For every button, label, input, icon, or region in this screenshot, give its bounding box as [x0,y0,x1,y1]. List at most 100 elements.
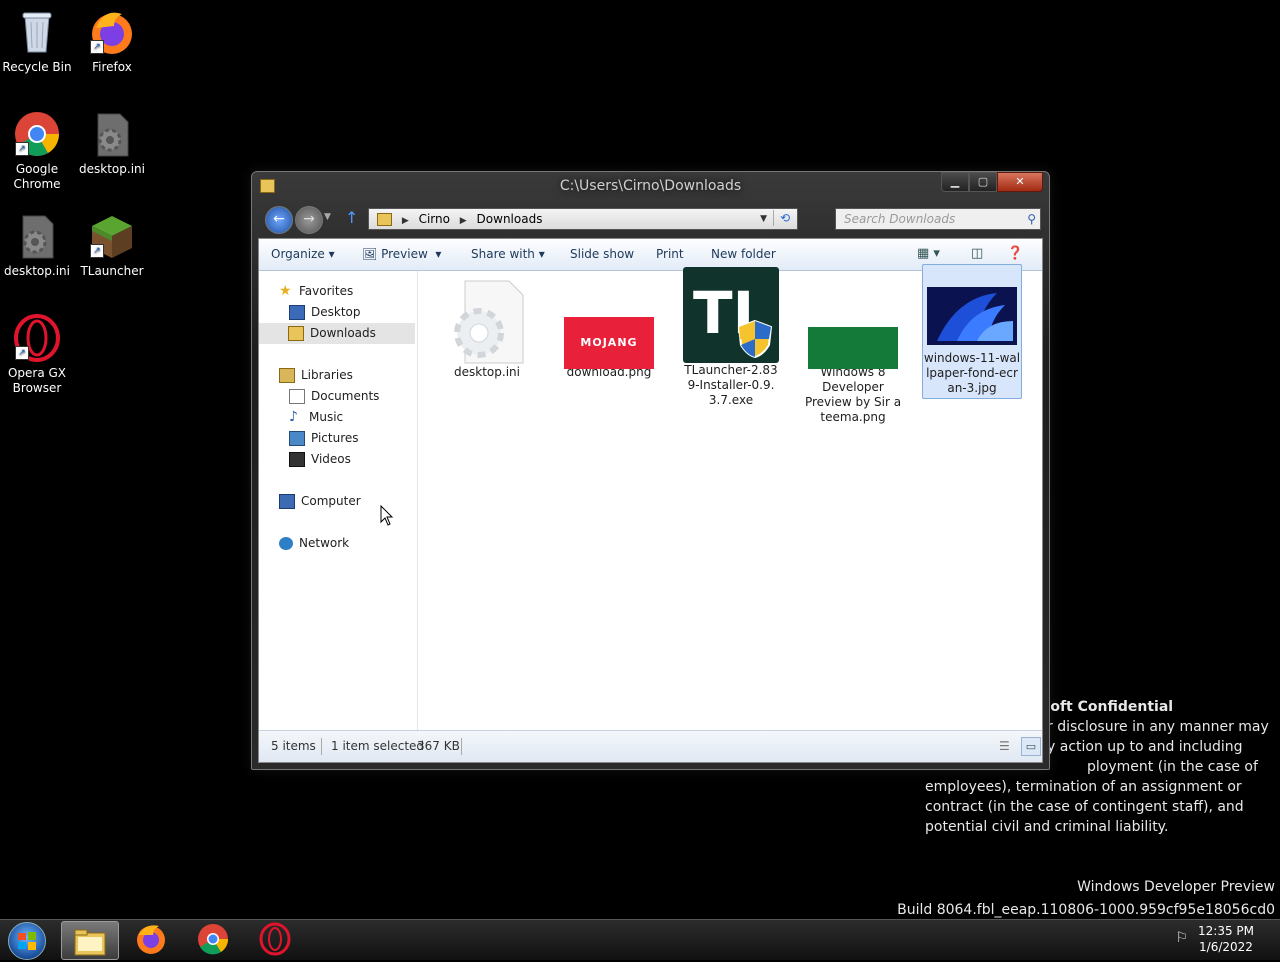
opera-icon [259,922,291,956]
search-input[interactable]: Search Downloads ⚲ [835,208,1041,230]
file-name: windows-11-wallpaper-fond-ecran-3.jpg [923,351,1021,395]
share-with-button[interactable]: Share with ▾ [471,247,545,261]
print-button[interactable]: Print [656,247,684,261]
settings-file-icon [13,212,61,260]
libraries-icon [279,368,295,383]
firefox-icon [137,925,165,954]
folder-icon [377,213,392,226]
grass-block-icon: ↗ [88,212,136,260]
file-item-download-png[interactable]: MOJANG download.png [560,279,658,380]
explorer-window[interactable]: C:\Users\Cirno\Downloads ▁ ▢ ✕ ← → ▼ ↑ ▶… [251,171,1050,770]
taskbar: ⚐ 12:35 PM 1/6/2022 [0,919,1280,960]
settings-file-icon [88,110,136,158]
status-bar: 5 items 1 item selected 367 KB ☰ ▭ [259,730,1042,762]
shortcut-arrow-icon: ↗ [90,40,104,54]
action-center-flag-icon[interactable]: ⚐ [1175,930,1188,946]
new-folder-button[interactable]: New folder [711,247,776,261]
recycle-bin-icon [13,8,61,56]
chrome-icon [198,924,229,955]
file-item-windows11-jpg[interactable]: windows-11-wallpaper-fond-ecran-3.jpg [922,264,1022,399]
breadcrumb-cirno[interactable]: Cirno [419,212,450,226]
shortcut-arrow-icon: ↗ [15,142,29,156]
navigation-pane: ★ Favorites Desktop Downloads Libraries D… [259,271,418,730]
desktop-icon-label: Opera GX Browser [7,366,67,395]
music-note-icon: ♪ [289,409,298,425]
opera-icon: ↗ [13,314,61,362]
desktop-icon-label: TLauncher [80,264,144,278]
taskbar-firefox[interactable] [123,921,179,958]
nav-computer[interactable]: Computer [279,491,361,512]
preview-icon: 🖼 [362,247,378,261]
desktop-icon-recycle-bin[interactable]: Recycle Bin [0,8,74,75]
address-dropdown-icon[interactable]: ▼ [760,209,767,229]
file-list: desktop.ini MOJANG download.png TL TLaun… [419,264,1042,730]
chrome-icon: ↗ [13,110,61,158]
desktop-icon-firefox[interactable]: ↗ Firefox [75,8,149,75]
nav-desktop[interactable]: Desktop [289,302,361,323]
preview-pane-icon[interactable]: ◫ [971,246,983,261]
selection-size: 367 KB [417,739,460,753]
file-explorer-icon [74,929,106,956]
file-name: desktop.ini [454,365,520,379]
nav-network[interactable]: Network [279,533,349,554]
network-icon [279,537,293,550]
title-bar[interactable]: C:\Users\Cirno\Downloads ▁ ▢ ✕ [252,172,1049,200]
taskbar-opera-gx[interactable] [247,921,303,958]
file-item-tlauncher-exe[interactable]: TL TLauncher-2.839-Installer-0.9.3.7.exe [682,267,780,408]
recent-pages-dropdown[interactable]: ▼ [324,212,331,222]
chevron-right-icon[interactable]: ▶ [460,216,467,226]
explorer-content: Organize ▾ 🖼 Preview ▾ Share with ▾ Slid… [258,238,1043,763]
nav-documents[interactable]: Documents [289,386,379,407]
desktop-icon-opera-gx[interactable]: ↗ Opera GX Browser [0,314,74,396]
taskbar-chrome[interactable] [185,921,241,958]
desktop-icon-desktop-ini-2[interactable]: desktop.ini [0,212,74,279]
computer-icon [279,494,295,509]
nav-videos[interactable]: Videos [289,449,351,470]
star-icon: ★ [279,283,292,299]
file-item-windows8-png[interactable]: Windows 8 Developer Preview by Sir a tee… [804,279,902,425]
windows-logo-icon [18,932,36,950]
details-view-icon[interactable]: ☰ [999,731,1010,762]
forward-button[interactable]: → [295,206,323,234]
nav-downloads[interactable]: Downloads [259,323,415,344]
desktop-icon [289,305,305,320]
selection-info: 1 item selected [331,739,425,753]
nav-music[interactable]: ♪ Music [289,407,343,428]
preview-button[interactable]: 🖼 Preview ▾ [362,247,441,261]
desktop-icon-chrome[interactable]: ↗ Google Chrome [0,110,74,192]
nav-pictures[interactable]: Pictures [289,428,359,449]
change-view-icon[interactable]: ▦ ▾ [917,246,940,261]
documents-icon [289,389,305,404]
search-icon[interactable]: ⚲ [1027,209,1036,229]
address-bar[interactable]: ▶ Cirno ▶ Downloads ▼ ⟲ [368,208,798,230]
up-arrow-icon[interactable]: ↑ [345,208,358,227]
breadcrumb-downloads[interactable]: Downloads [477,212,543,226]
green-image-icon [808,279,898,369]
film-icon [289,452,305,467]
chevron-right-icon[interactable]: ▶ [402,216,409,226]
desktop-icon-label: Google Chrome [13,162,61,191]
nav-favorites[interactable]: ★ Favorites [279,281,353,302]
navigation-bar: ← → ▼ ↑ ▶ Cirno ▶ Downloads ▼ ⟲ Search D… [260,206,1041,234]
help-icon[interactable]: ❓ [1007,246,1023,261]
refresh-icon[interactable]: ⟲ [773,210,796,226]
slide-show-button[interactable]: Slide show [570,247,634,261]
desktop-icon-desktop-ini[interactable]: desktop.ini [75,110,149,177]
large-icons-view-icon[interactable]: ▭ [1021,737,1041,756]
back-button[interactable]: ← [265,206,293,234]
pictures-icon [289,431,305,446]
start-button[interactable] [8,922,46,960]
maximize-button[interactable]: ▢ [969,172,997,192]
mojang-logo-icon: MOJANG [564,279,654,369]
file-item-desktop-ini[interactable]: desktop.ini [438,279,536,380]
nav-libraries[interactable]: Libraries [279,365,353,386]
organize-button[interactable]: Organize ▾ [271,247,335,261]
taskbar-explorer[interactable] [61,921,119,960]
system-clock[interactable]: 12:35 PM 1/6/2022 [1198,923,1254,955]
settings-file-icon [447,279,527,365]
close-button[interactable]: ✕ [997,172,1043,192]
minimize-button[interactable]: ▁ [941,172,969,192]
firefox-icon: ↗ [88,8,136,56]
wallpaper-image-icon [927,279,1017,351]
desktop-icon-tlauncher[interactable]: ↗ TLauncher [75,212,149,279]
